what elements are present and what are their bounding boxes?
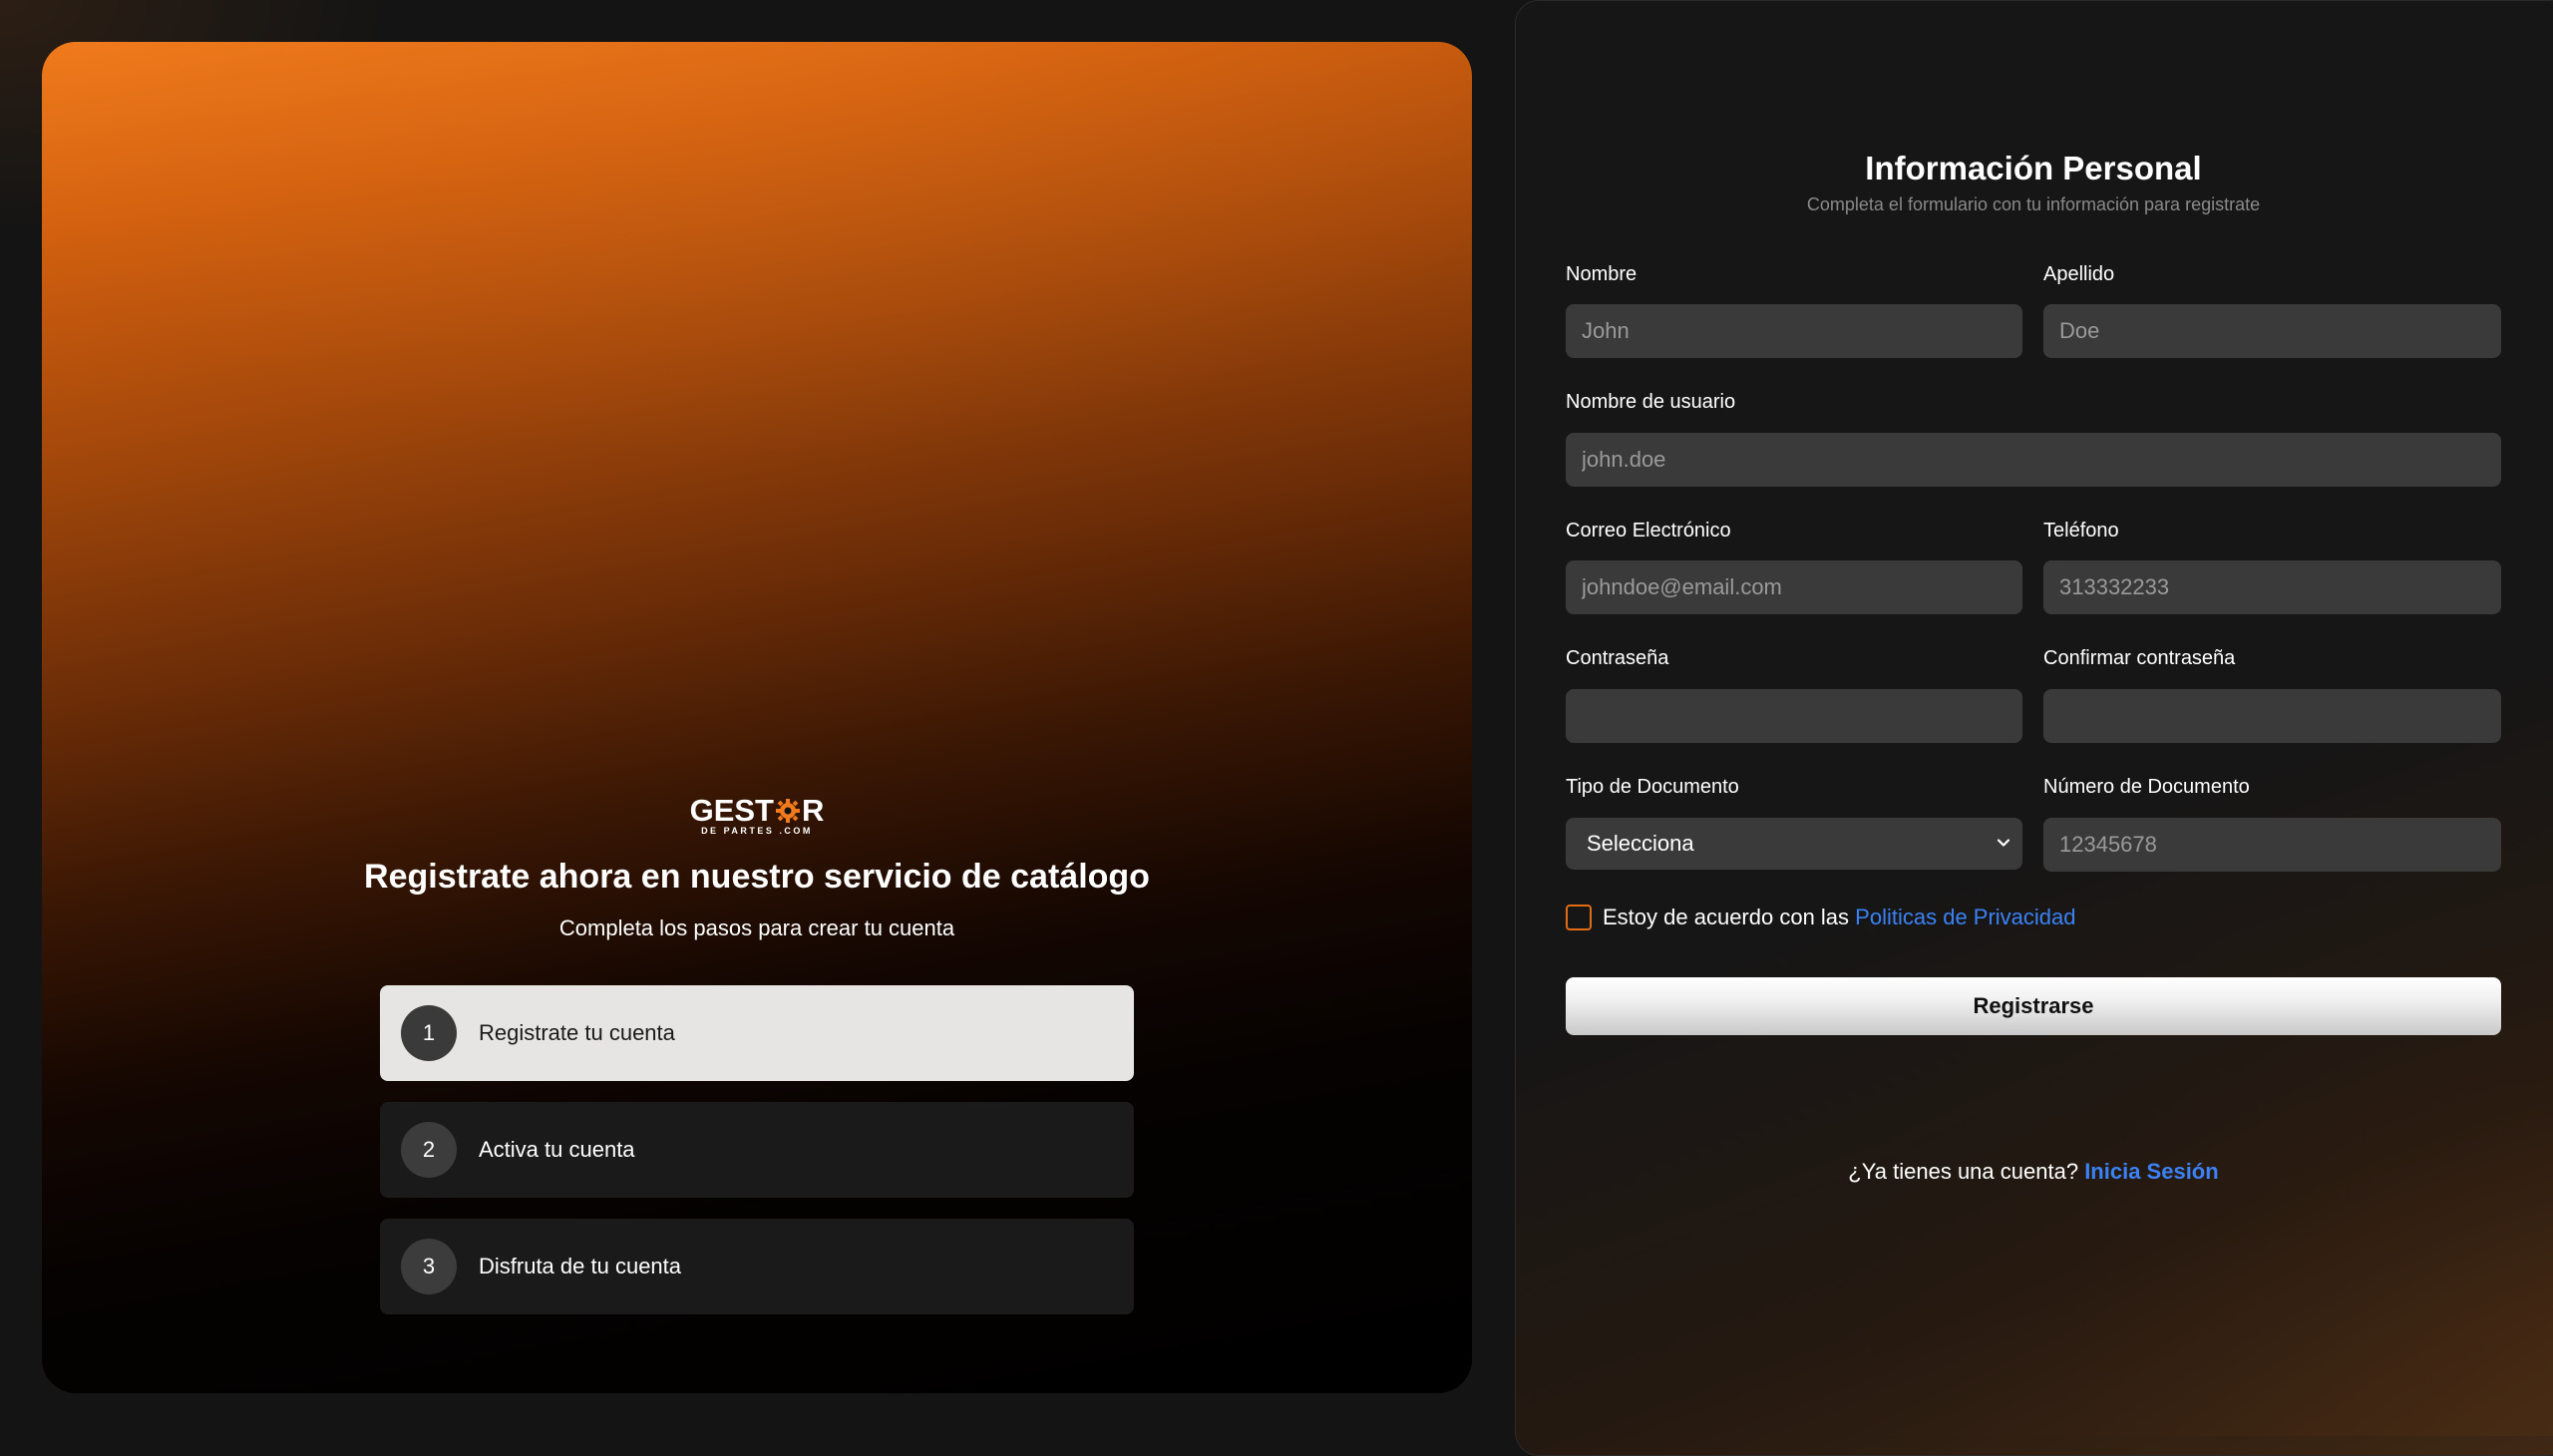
hero-card: GEST R DE PARTES .COM Registrate ahora e… <box>42 42 1472 1393</box>
steps-list: 1 Registrate tu cuenta 2 Activa tu cuent… <box>380 985 1134 1314</box>
step-label: Activa tu cuenta <box>479 1137 635 1162</box>
privacy-row: Estoy de acuerdo con las Politicas de Pr… <box>1566 905 2076 930</box>
chevron-down-icon <box>1997 839 2010 847</box>
password-input[interactable] <box>1566 689 2022 743</box>
confirm-password-label: Confirmar contraseña <box>2043 647 2236 669</box>
hero-content: GEST R DE PARTES .COM Registrate ahora e… <box>42 795 1472 1314</box>
confirm-password-input[interactable] <box>2043 689 2501 743</box>
email-label: Correo Electrónico <box>1566 520 1731 542</box>
step-number: 1 <box>401 1005 457 1061</box>
step-item-enjoy[interactable]: 3 Disfruta de tu cuenta <box>380 1219 1134 1314</box>
register-button[interactable]: Registrarse <box>1566 977 2501 1035</box>
password-label: Contraseña <box>1566 647 1669 669</box>
logo-text-end: R <box>802 793 825 828</box>
step-label: Disfruta de tu cuenta <box>479 1254 682 1278</box>
form-subtitle: Completa el formulario con tu informació… <box>1806 194 2261 214</box>
login-link[interactable]: Inicia Sesión <box>2084 1159 2219 1184</box>
username-input[interactable] <box>1566 433 2501 487</box>
privacy-label: Estoy de acuerdo con las <box>1603 905 1850 929</box>
hero-title: Registrate ahora en nuestro servicio de … <box>364 858 1150 896</box>
doc-type-value: Selecciona <box>1587 831 1694 856</box>
doc-type-select[interactable]: Selecciona <box>1566 818 2022 870</box>
step-number: 2 <box>401 1122 457 1178</box>
doc-type-label: Tipo de Documento <box>1566 776 1739 798</box>
hero-subtitle: Completa los pasos para crear tu cuenta <box>558 915 955 940</box>
step-label: Registrate tu cuenta <box>479 1020 675 1045</box>
privacy-checkbox[interactable] <box>1566 905 1592 930</box>
phone-input[interactable] <box>2043 560 2501 614</box>
privacy-text: Estoy de acuerdo con las Politicas de Pr… <box>1603 905 2076 930</box>
step-number: 3 <box>401 1239 457 1294</box>
doc-number-input[interactable] <box>2043 818 2501 872</box>
logo-subtext: DE PARTES .COM <box>701 826 813 836</box>
gear-icon <box>775 798 801 824</box>
last-name-label: Apellido <box>2043 263 2115 285</box>
first-name-input[interactable] <box>1566 304 2022 358</box>
doc-number-label: Número de Documento <box>2043 776 2250 798</box>
logo-text: GEST <box>689 793 774 828</box>
form-title: Información Personal <box>1865 150 2202 186</box>
brand-logo: GEST R DE PARTES .COM <box>690 795 825 836</box>
step-item-register[interactable]: 1 Registrate tu cuenta <box>380 985 1134 1081</box>
username-label: Nombre de usuario <box>1566 391 1736 413</box>
phone-label: Teléfono <box>2043 520 2119 542</box>
privacy-policy-link[interactable]: Politicas de Privacidad <box>1855 905 2075 929</box>
login-prompt-row: ¿Ya tienes una cuenta? Inicia Sesión <box>1515 1159 2552 1185</box>
step-item-activate[interactable]: 2 Activa tu cuenta <box>380 1102 1134 1198</box>
last-name-input[interactable] <box>2043 304 2501 358</box>
logo-wordmark: GEST R <box>690 795 825 826</box>
email-input[interactable] <box>1566 560 2022 614</box>
first-name-label: Nombre <box>1566 263 1638 285</box>
login-prompt: ¿Ya tienes una cuenta? <box>1848 1159 2079 1184</box>
